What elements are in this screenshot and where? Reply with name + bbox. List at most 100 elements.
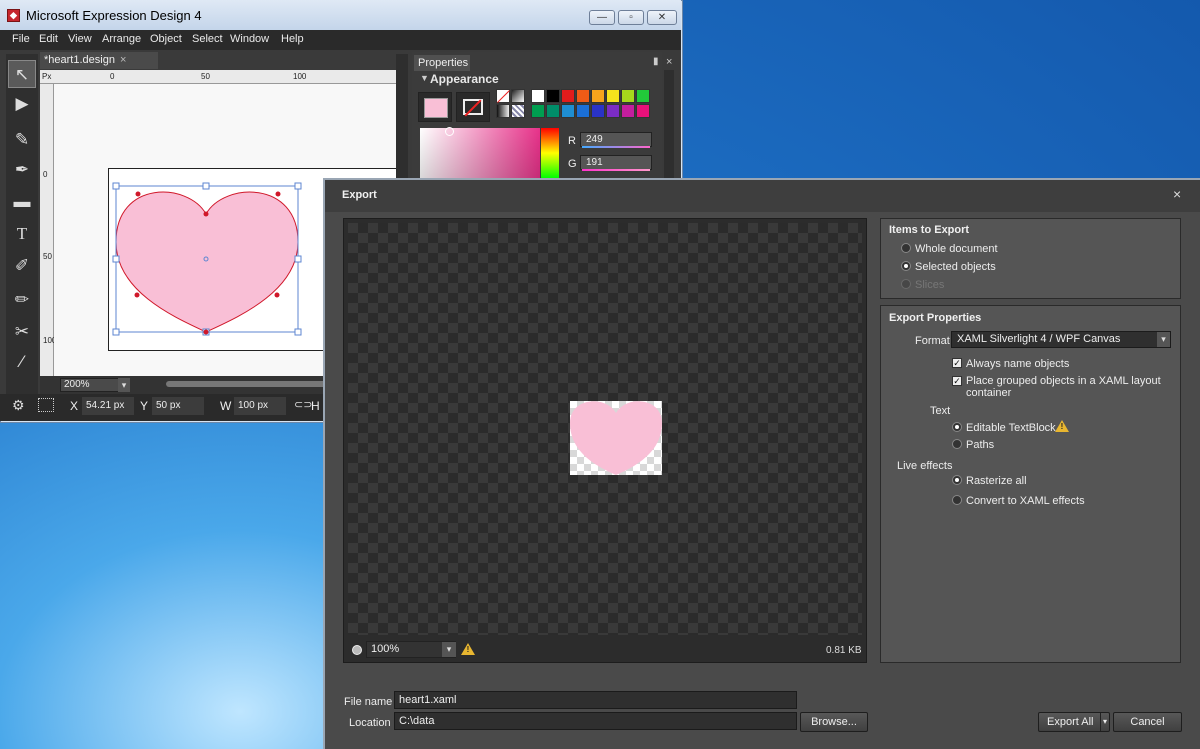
menu-arrange[interactable]: Arrange — [102, 33, 141, 45]
rasterize-all-radio[interactable] — [952, 475, 962, 485]
always-name-label[interactable]: Always name objects — [966, 358, 1069, 370]
cancel-button[interactable]: Cancel — [1113, 712, 1182, 732]
always-name-checkbox[interactable]: ✓ — [952, 358, 962, 368]
rectangle-tool-icon[interactable]: ▬ — [8, 188, 36, 216]
brush-tool-icon[interactable]: ✎ — [8, 126, 36, 154]
selected-objects-label[interactable]: Selected objects — [915, 261, 996, 273]
horizontal-scrollbar[interactable] — [166, 381, 326, 387]
ruler-tick: 100 — [293, 72, 307, 81]
ruler-tick: 50 — [201, 72, 210, 81]
scissors-tool-icon[interactable]: ✂ — [8, 318, 36, 346]
menu-edit[interactable]: Edit — [39, 33, 58, 45]
color-swatch[interactable] — [546, 104, 560, 118]
color-swatch[interactable] — [561, 104, 575, 118]
linear-gradient-swatch[interactable] — [496, 104, 510, 118]
color-swatch[interactable] — [591, 104, 605, 118]
color-swatch[interactable] — [606, 104, 620, 118]
format-select[interactable]: XAML Silverlight 4 / WPF Canvas — [951, 331, 1171, 348]
menu-help[interactable]: Help — [281, 33, 304, 45]
hue-slider[interactable] — [541, 128, 559, 178]
collapse-icon[interactable]: ▼ — [420, 73, 429, 83]
zoom-dropdown-icon[interactable]: ▾ — [118, 378, 130, 392]
menu-file[interactable]: File — [12, 33, 30, 45]
text-heading: Text — [930, 405, 951, 417]
menu-select[interactable]: Select — [192, 33, 223, 45]
eraser-tool-icon[interactable]: ✏ — [8, 286, 36, 314]
menu-object[interactable]: Object — [150, 33, 182, 45]
text-tool-icon[interactable]: T — [8, 220, 36, 248]
direct-select-tool-icon[interactable]: ▶ — [8, 90, 36, 118]
properties-tab[interactable]: Properties — [414, 55, 470, 71]
export-all-button[interactable]: Export All ▾ — [1038, 712, 1110, 732]
color-swatch[interactable] — [576, 104, 590, 118]
gradient-swatch[interactable] — [511, 89, 525, 103]
color-swatch[interactable] — [636, 104, 650, 118]
file-name-field[interactable]: heart1.xaml — [394, 691, 797, 709]
paths-label[interactable]: Paths — [966, 439, 994, 451]
knife-tool-icon[interactable]: ⁄ — [8, 348, 36, 376]
editable-textblock-label[interactable]: Editable TextBlock — [966, 422, 1056, 434]
convert-xaml-effects-label[interactable]: Convert to XAML effects — [966, 495, 1085, 507]
color-swatch[interactable] — [621, 89, 635, 103]
pin-icon[interactable]: ▮ — [653, 56, 659, 67]
color-swatch[interactable] — [546, 89, 560, 103]
selected-objects-radio[interactable] — [901, 261, 911, 271]
paths-radio[interactable] — [952, 439, 962, 449]
preview-pan-icon[interactable] — [352, 645, 362, 655]
minimize-button[interactable]: — — [589, 10, 615, 25]
eyedropper-tool-icon[interactable]: ✐ — [8, 252, 36, 280]
slices-label: Slices — [915, 279, 945, 291]
color-swatch[interactable] — [531, 104, 545, 118]
color-swatch[interactable] — [531, 89, 545, 103]
whole-document-radio[interactable] — [901, 243, 911, 253]
color-picker[interactable] — [420, 128, 540, 178]
place-grouped-label-2[interactable]: container — [966, 387, 1011, 399]
fill-button[interactable] — [418, 92, 452, 122]
color-swatch[interactable] — [591, 89, 605, 103]
close-icon[interactable]: × — [1173, 186, 1181, 202]
x-field[interactable]: 54.21 px — [82, 397, 134, 415]
export-titlebar[interactable] — [325, 180, 1200, 212]
document-tab[interactable]: *heart1.design × — [40, 52, 158, 69]
stroke-button[interactable] — [456, 92, 490, 122]
link-icon[interactable]: ⊂⊃ — [294, 398, 312, 411]
r-slider[interactable] — [582, 146, 650, 148]
place-grouped-checkbox[interactable]: ✓ — [952, 376, 962, 386]
registration-point-icon[interactable] — [38, 398, 54, 412]
browse-button[interactable]: Browse... — [800, 712, 868, 732]
y-field[interactable]: 50 px — [152, 397, 204, 415]
chevron-down-icon[interactable]: ▾ — [1099, 713, 1107, 731]
close-tab-icon[interactable]: × — [120, 52, 126, 69]
chevron-down-icon[interactable]: ▾ — [442, 642, 456, 657]
menu-view[interactable]: View — [68, 33, 92, 45]
location-field[interactable]: C:\data — [394, 712, 797, 730]
selection-tool-icon[interactable]: ↖ — [8, 60, 36, 88]
rasterize-all-label[interactable]: Rasterize all — [966, 475, 1027, 487]
color-picker-handle[interactable] — [445, 127, 454, 136]
color-swatch[interactable] — [621, 104, 635, 118]
heart-shape[interactable] — [110, 180, 306, 338]
r-field[interactable]: 249 — [580, 132, 652, 147]
chevron-down-icon[interactable]: ▾ — [1157, 332, 1170, 347]
close-button[interactable]: ✕ — [647, 10, 677, 25]
preview-image — [570, 401, 662, 475]
color-swatch[interactable] — [606, 89, 620, 103]
panel-close-icon[interactable]: × — [666, 56, 672, 68]
properties-scrollbar[interactable] — [664, 70, 674, 178]
g-slider[interactable] — [582, 169, 650, 171]
g-field[interactable]: 191 — [580, 155, 652, 170]
color-swatch[interactable] — [561, 89, 575, 103]
maximize-button[interactable]: ▫ — [618, 10, 644, 25]
whole-document-label[interactable]: Whole document — [915, 243, 998, 255]
gear-icon[interactable]: ⚙ — [12, 397, 25, 414]
no-color-swatch[interactable] — [496, 89, 510, 103]
w-field[interactable]: 100 px — [234, 397, 286, 415]
pattern-swatch[interactable] — [511, 104, 525, 118]
editable-textblock-radio[interactable] — [952, 422, 962, 432]
color-swatch[interactable] — [576, 89, 590, 103]
convert-xaml-effects-radio[interactable] — [952, 495, 962, 505]
pen-tool-icon[interactable]: ✒ — [8, 156, 36, 184]
place-grouped-label[interactable]: Place grouped objects in a XAML layout — [966, 375, 1161, 387]
color-swatch[interactable] — [636, 89, 650, 103]
menu-window[interactable]: Window — [230, 33, 269, 45]
